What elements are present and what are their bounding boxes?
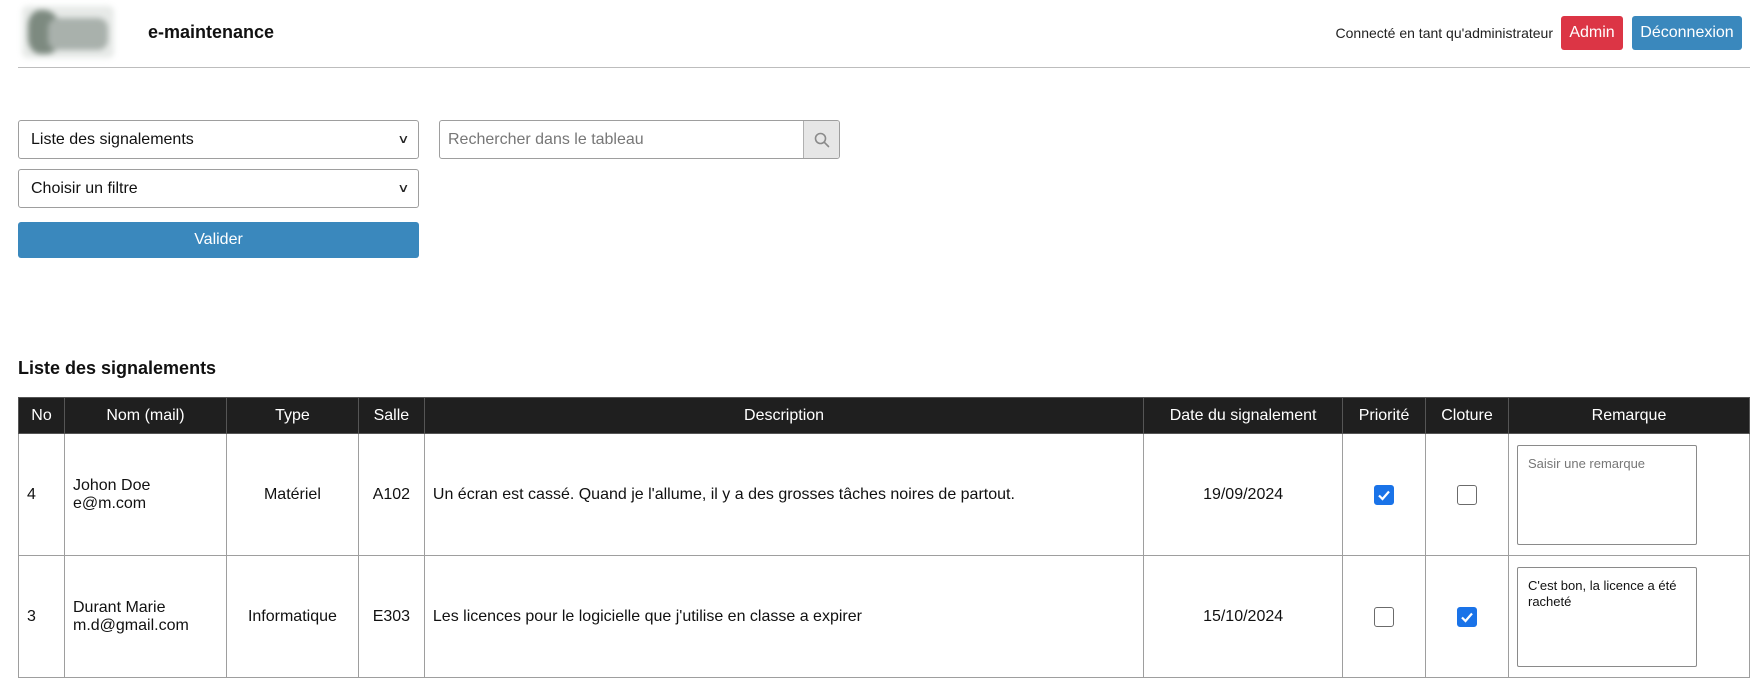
chevron-down-icon: ∨	[397, 132, 410, 146]
cell-room: A102	[357, 433, 425, 556]
cell-room: E303	[357, 555, 425, 678]
submit-button[interactable]: Valider	[18, 222, 419, 258]
search-button[interactable]	[803, 121, 839, 158]
admin-button[interactable]: Admin	[1561, 16, 1623, 50]
reporter-name: Durant Marie	[72, 598, 166, 616]
search-icon	[814, 132, 829, 147]
top-header: e-maintenance Connecté en tant qu'admini…	[18, 0, 1750, 68]
column-header-priority: Priorité	[1342, 397, 1427, 434]
column-header-name: Nom (mail)	[63, 397, 227, 434]
section-title: Liste des signalements	[18, 358, 217, 378]
user-status-text: Connecté en tant qu'administrateur	[1335, 25, 1553, 41]
table-header-row: No Nom (mail) Type Salle Description Dat…	[18, 397, 1751, 434]
chevron-down-icon: ∨	[397, 181, 410, 195]
closed-checkbox[interactable]	[1457, 484, 1477, 505]
cell-name: Durant Marie m.d@gmail.com	[63, 555, 227, 678]
cell-date: 19/09/2024	[1143, 433, 1344, 556]
cell-description: Un écran est cassé. Quand je l'allume, i…	[423, 433, 1145, 556]
filter-select[interactable]: Choisir un filtre ∨	[18, 169, 419, 208]
cell-name: Johon Doe e@m.com	[63, 433, 227, 556]
column-header-date: Date du signalement	[1143, 397, 1344, 434]
cell-no: 4	[18, 433, 65, 556]
cell-type: Matériel	[225, 433, 359, 556]
app-title: e-maintenance	[148, 22, 275, 42]
cell-description: Les licences pour le logicielle que j'ut…	[423, 555, 1145, 678]
table-row: 3 Durant Marie m.d@gmail.com Informatiqu…	[18, 555, 1751, 678]
logout-button[interactable]: Déconnexion	[1632, 16, 1742, 50]
column-header-no: No	[18, 397, 65, 434]
cell-date: 15/10/2024	[1143, 555, 1344, 678]
logo-image	[18, 4, 118, 60]
column-header-room: Salle	[357, 397, 425, 434]
search-input[interactable]	[440, 121, 804, 158]
list-select-value: Liste des signalements	[31, 131, 194, 148]
search-box	[439, 120, 840, 159]
closed-checkbox[interactable]	[1457, 606, 1477, 627]
filter-select-value: Choisir un filtre	[31, 180, 138, 197]
cell-priority	[1342, 433, 1427, 556]
table-row: 4 Johon Doe e@m.com Matériel A102 Un écr…	[18, 433, 1751, 556]
reporter-name: Johon Doe	[72, 476, 151, 494]
cell-remark: C'est bon, la licence a été racheté	[1507, 555, 1751, 678]
remark-textarea[interactable]: Saisir une remarque	[1516, 444, 1697, 545]
list-select[interactable]: Liste des signalements ∨	[18, 120, 419, 159]
cell-closed	[1425, 433, 1509, 556]
column-header-description: Description	[423, 397, 1145, 434]
cell-closed	[1425, 555, 1509, 678]
column-header-closed: Cloture	[1425, 397, 1509, 434]
priority-checkbox[interactable]	[1374, 606, 1395, 627]
reporter-email: m.d@gmail.com	[72, 616, 189, 634]
column-header-remark: Remarque	[1507, 397, 1751, 434]
remark-textarea[interactable]: C'est bon, la licence a été racheté	[1516, 566, 1697, 667]
cell-remark: Saisir une remarque	[1507, 433, 1751, 556]
cell-priority	[1342, 555, 1427, 678]
reports-table: No Nom (mail) Type Salle Description Dat…	[18, 397, 1751, 678]
column-header-type: Type	[225, 397, 359, 434]
priority-checkbox[interactable]	[1374, 484, 1395, 505]
cell-no: 3	[18, 555, 65, 678]
reporter-email: e@m.com	[72, 494, 147, 512]
cell-type: Informatique	[225, 555, 359, 678]
